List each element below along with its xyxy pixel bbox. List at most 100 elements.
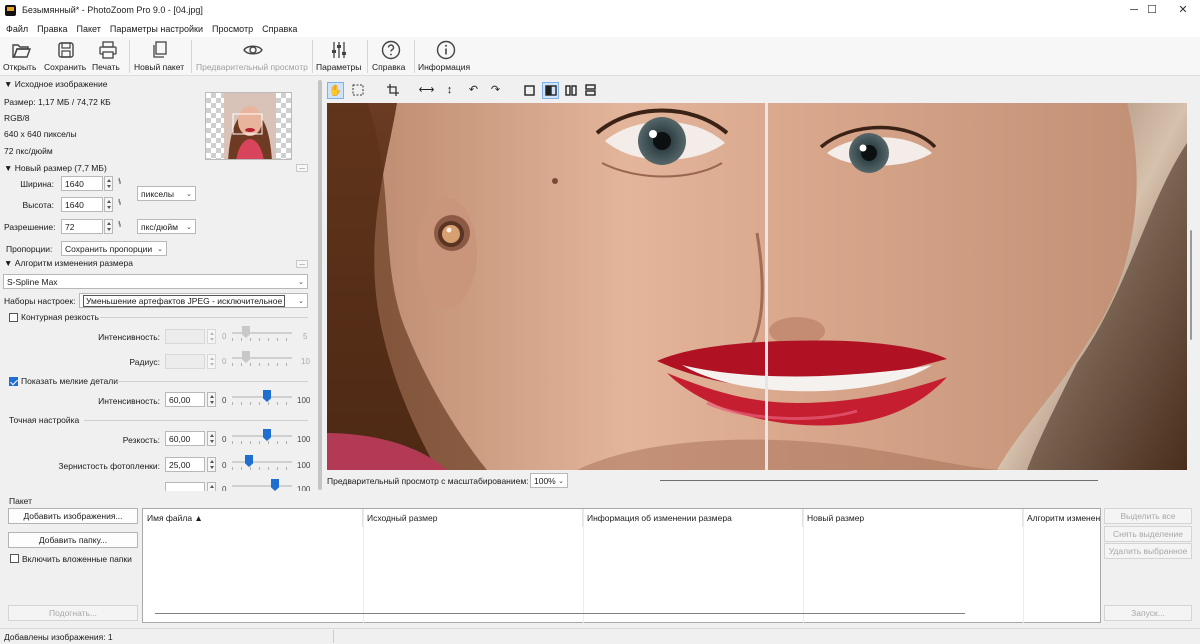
width-spinner[interactable] (104, 176, 113, 191)
new-size-header[interactable]: ▼ Новый размер (7,7 МБ) (4, 163, 107, 173)
column-filename[interactable]: Имя файла ▲ (143, 509, 363, 527)
menu-settings[interactable]: Параметры настройки (110, 24, 203, 34)
sharpness-checkbox[interactable] (9, 313, 18, 322)
source-section-header[interactable]: ▼ Исходное изображение (4, 79, 107, 89)
remove-selected-button[interactable]: Удалить выбранное (1104, 543, 1192, 559)
link-icon[interactable]: ꝇ (118, 220, 121, 229)
deselect-button[interactable]: Снять выделение (1104, 526, 1192, 542)
extra-spinner[interactable] (207, 482, 216, 491)
single-view-button[interactable] (521, 82, 538, 99)
resolution-input[interactable]: 72 (61, 219, 103, 234)
link-icon[interactable]: ꝇ (118, 177, 121, 186)
sharpness-radius-spinner[interactable] (207, 354, 216, 369)
column-algorithm[interactable]: Алгоритм изменен (1023, 509, 1101, 527)
menu-help[interactable]: Справка (262, 24, 297, 34)
menu-edit[interactable]: Правка (37, 24, 67, 34)
width-input[interactable]: 1640 (61, 176, 103, 191)
help-button[interactable]: Справка (372, 39, 410, 74)
column-new-size[interactable]: Новый размер (803, 509, 1023, 527)
maximize-button[interactable]: ☐ (1135, 0, 1169, 21)
marquee-icon (352, 84, 363, 96)
save-button[interactable]: Сохранить (44, 39, 88, 74)
preset-select[interactable]: Уменьшение артефактов JPEG - исключитель… (79, 293, 308, 308)
proportions-select[interactable]: Сохранить пропорции ⌄ (61, 241, 167, 256)
fit-width-button[interactable]: ⟷ (418, 82, 435, 99)
algorithm-select[interactable]: S-Spline Max ⌄ (3, 274, 308, 289)
height-input[interactable]: 1640 (61, 197, 103, 212)
batch-icon (153, 41, 167, 58)
details-checkbox[interactable] (9, 377, 18, 386)
sharpness-intensity-spinner[interactable] (207, 329, 216, 344)
eye-icon (243, 45, 263, 55)
resolution-spinner[interactable] (104, 219, 113, 234)
height-spinner[interactable] (104, 197, 113, 212)
source-thumbnail[interactable] (205, 92, 292, 160)
preview-button[interactable]: Предварительный просмотр (196, 39, 310, 74)
window-title: Безымянный* - PhotoZoom Pro 9.0 - [04.jp… (22, 5, 203, 15)
algorithm-header[interactable]: ▼ Алгоритм изменения размера (4, 258, 133, 268)
sharpness-radius-min: 0 (222, 357, 227, 366)
menu-file[interactable]: Файл (6, 24, 28, 34)
horizontal-arrows-icon: ⟷ (418, 84, 435, 96)
table-hscroll[interactable] (155, 613, 965, 614)
extra-slider[interactable] (232, 479, 292, 491)
rotate-left-button[interactable]: ↶ (465, 82, 482, 99)
column-source-size[interactable]: Исходный размер (363, 509, 583, 527)
sharpness-radius-input[interactable] (165, 354, 205, 369)
add-folder-button[interactable]: Добавить папку... (8, 532, 138, 548)
column-divider (583, 509, 584, 624)
fine-sharpness-spinner[interactable] (207, 431, 216, 446)
fine-sharpness-input[interactable]: 60,00 (165, 431, 205, 446)
unit-select[interactable]: пикселы ⌄ (137, 186, 196, 201)
details-intensity-spinner[interactable] (207, 392, 216, 407)
info-button[interactable]: Информация (418, 39, 474, 74)
fit-button[interactable]: Подогнать... (8, 605, 138, 621)
menu-view[interactable]: Просмотр (212, 24, 253, 34)
sharpness-intensity-slider[interactable] (232, 326, 292, 341)
preview-hscroll[interactable] (660, 480, 1098, 481)
extra-input[interactable] (165, 482, 205, 491)
sharpness-radius-slider[interactable] (232, 351, 292, 366)
folder-open-icon (12, 44, 32, 58)
film-grain-input[interactable]: 25,00 (165, 457, 205, 472)
source-dimensions: 640 x 640 пикселы (4, 129, 77, 139)
preview-canvas[interactable] (327, 103, 1187, 470)
open-button[interactable]: Открыть (3, 39, 39, 74)
film-grain-slider[interactable] (232, 455, 292, 470)
run-button[interactable]: Запуск... (1104, 605, 1192, 621)
hand-tool-button[interactable]: ✋ (327, 82, 344, 99)
fine-sharpness-slider[interactable] (232, 429, 292, 444)
algorithm-more-button[interactable]: ... (296, 260, 308, 268)
add-images-button[interactable]: Добавить изображения... (8, 508, 138, 524)
new-batch-button[interactable]: Новый пакет (134, 39, 186, 74)
select-all-button[interactable]: Выделить все (1104, 508, 1192, 524)
single-view-icon (524, 85, 535, 96)
fine-sharpness-max: 100 (297, 435, 311, 444)
include-subfolders-checkbox[interactable] (10, 554, 19, 563)
sharpness-intensity-input[interactable] (165, 329, 205, 344)
side-by-side-button[interactable] (562, 82, 579, 99)
close-button[interactable]: ✕ (1166, 0, 1200, 21)
top-bottom-icon (585, 84, 596, 96)
split-view-button[interactable] (542, 82, 559, 99)
resolution-unit-select[interactable]: пкс/дюйм ⌄ (137, 219, 196, 234)
panel-scrollbar[interactable] (318, 80, 322, 490)
status-bar: Добавлены изображения: 1 (0, 628, 1200, 644)
print-button[interactable]: Печать (92, 39, 124, 74)
rotate-right-button[interactable]: ↷ (487, 82, 504, 99)
fit-height-button[interactable]: ↕ (441, 82, 458, 99)
link-icon[interactable]: ꝇ (118, 198, 121, 207)
crop-tool-button[interactable] (384, 82, 401, 99)
top-bottom-button[interactable] (582, 82, 599, 99)
preview-zoom-select[interactable]: 100% ⌄ (530, 473, 568, 488)
menu-batch[interactable]: Пакет (77, 24, 101, 34)
preview-vscroll[interactable] (1190, 230, 1192, 340)
selection-tool-button[interactable] (349, 82, 366, 99)
column-resize-info[interactable]: Информация об изменении размера (583, 509, 803, 527)
rotate-right-icon: ↷ (490, 84, 501, 96)
film-grain-spinner[interactable] (207, 457, 216, 472)
settings-button[interactable]: Параметры (316, 39, 362, 74)
details-intensity-slider[interactable] (232, 390, 292, 405)
source-more-button[interactable]: ... (296, 164, 308, 172)
details-intensity-input[interactable]: 60,00 (165, 392, 205, 407)
